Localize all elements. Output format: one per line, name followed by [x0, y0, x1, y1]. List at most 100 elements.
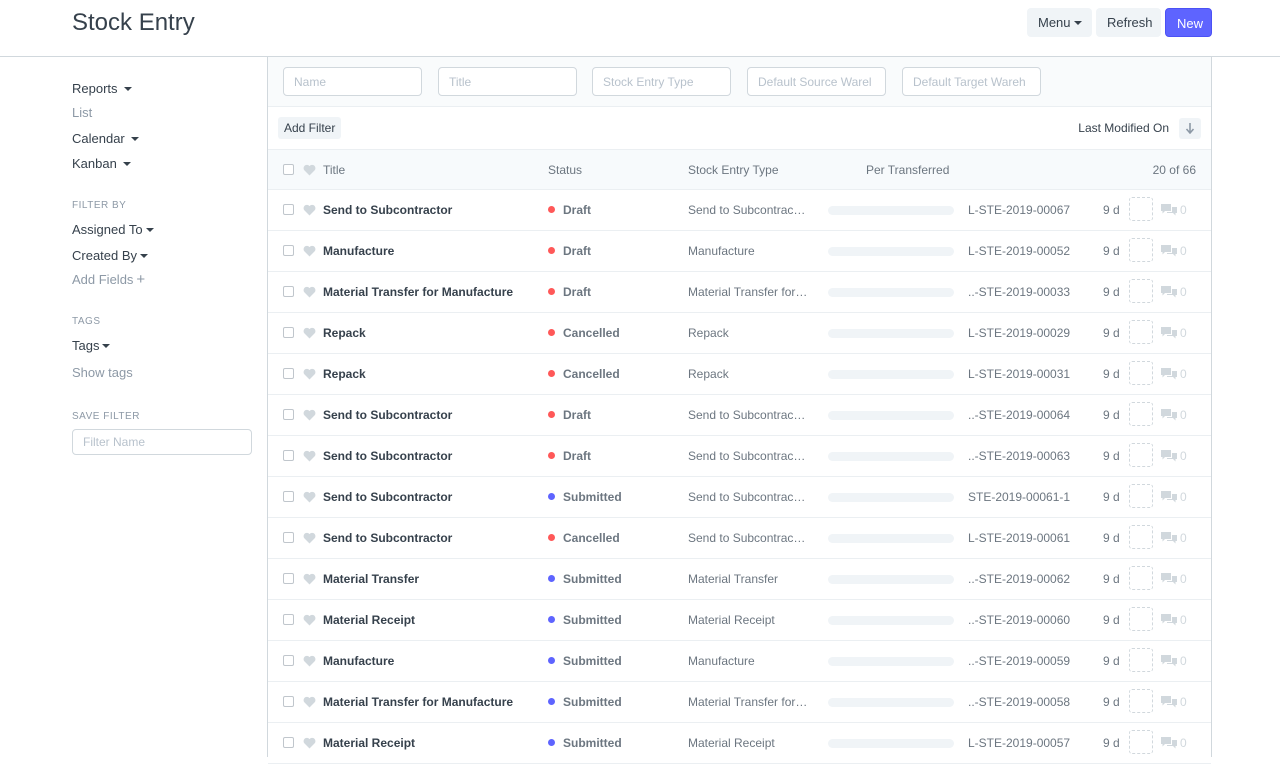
comment-count[interactable]: 0 [1161, 285, 1187, 299]
created-by-filter[interactable]: Created By [72, 248, 149, 263]
heart-icon[interactable] [303, 450, 316, 462]
new-button[interactable]: New [1165, 8, 1212, 37]
comment-count[interactable]: 0 [1161, 531, 1187, 545]
comment-count[interactable]: 0 [1161, 449, 1187, 463]
sidebar-item-calendar[interactable]: Calendar [72, 131, 139, 146]
sort-by-selector[interactable]: Last Modified On [1078, 121, 1169, 135]
row-title[interactable]: Repack [323, 367, 366, 381]
select-all-checkbox[interactable] [283, 164, 294, 175]
row-checkbox[interactable] [283, 573, 294, 584]
table-row[interactable]: Repack Cancelled Repack L-STE-2019-00031 9 d… [268, 354, 1211, 395]
target-warehouse-filter-input[interactable] [902, 67, 1041, 96]
assign-avatar[interactable] [1129, 320, 1153, 344]
row-title[interactable]: Material Receipt [323, 736, 415, 750]
heart-icon[interactable] [303, 286, 316, 298]
table-row[interactable]: Repack Cancelled Repack L-STE-2019-00029 9 d… [268, 313, 1211, 354]
row-title[interactable]: Manufacture [323, 244, 394, 258]
title-filter-input[interactable] [438, 67, 577, 96]
heart-icon[interactable] [303, 204, 316, 216]
heart-icon[interactable] [303, 245, 316, 257]
comment-count[interactable]: 0 [1161, 736, 1187, 750]
row-checkbox[interactable] [283, 491, 294, 502]
table-row[interactable]: Material Receipt Submitted Material Receip… [268, 600, 1211, 641]
stock-entry-type-filter-input[interactable] [592, 67, 731, 96]
row-title[interactable]: Send to Subcontractor [323, 408, 452, 422]
assign-avatar[interactable] [1129, 238, 1153, 262]
row-title[interactable]: Material Transfer for Manufacture [323, 695, 513, 709]
row-checkbox[interactable] [283, 327, 294, 338]
assign-avatar[interactable] [1129, 197, 1153, 221]
table-row[interactable]: Send to Subcontractor Draft Send to Subcon… [268, 190, 1211, 231]
row-checkbox[interactable] [283, 532, 294, 543]
heart-icon[interactable] [303, 655, 316, 667]
heart-icon[interactable] [303, 696, 316, 708]
row-title[interactable]: Send to Subcontractor [323, 490, 452, 504]
table-row[interactable]: Send to Subcontractor Submitted Send to Su… [268, 477, 1211, 518]
heart-icon[interactable] [303, 573, 316, 585]
table-row[interactable]: Material Transfer for Manufacture Draft Ma… [268, 272, 1211, 313]
assign-avatar[interactable] [1129, 730, 1153, 754]
row-title[interactable]: Material Transfer [323, 572, 419, 586]
assign-avatar[interactable] [1129, 484, 1153, 508]
heart-icon[interactable] [303, 491, 316, 503]
row-checkbox[interactable] [283, 696, 294, 707]
row-title[interactable]: Material Receipt [323, 613, 415, 627]
table-row[interactable]: Material Transfer for Manufacture Submitt… [268, 682, 1211, 723]
comment-count[interactable]: 0 [1161, 695, 1187, 709]
show-tags-link[interactable]: Show tags [72, 365, 133, 380]
assign-avatar[interactable] [1129, 525, 1153, 549]
row-title[interactable]: Send to Subcontractor [323, 203, 452, 217]
assign-avatar[interactable] [1129, 689, 1153, 713]
filter-name-input[interactable] [72, 429, 252, 455]
table-row[interactable]: Send to Subcontractor Draft Send to Subcon… [268, 436, 1211, 477]
sidebar-item-kanban[interactable]: Kanban [72, 156, 131, 171]
sort-order-button[interactable] [1179, 118, 1201, 139]
heart-icon[interactable] [303, 409, 316, 421]
assign-avatar[interactable] [1129, 361, 1153, 385]
row-title[interactable]: Material Transfer for Manufacture [323, 285, 513, 299]
assigned-to-filter[interactable]: Assigned To [72, 222, 154, 237]
assign-avatar[interactable] [1129, 443, 1153, 467]
table-row[interactable]: Manufacture Submitted Manufacture ..-STE-20… [268, 641, 1211, 682]
sidebar-item-reports[interactable]: Reports [72, 81, 132, 96]
row-checkbox[interactable] [283, 450, 294, 461]
row-checkbox[interactable] [283, 368, 294, 379]
heart-icon[interactable] [303, 614, 316, 626]
assign-avatar[interactable] [1129, 402, 1153, 426]
row-title[interactable]: Manufacture [323, 654, 394, 668]
table-row[interactable]: Send to Subcontractor Cancelled Send to Su… [268, 518, 1211, 559]
row-checkbox[interactable] [283, 737, 294, 748]
comment-count[interactable]: 0 [1161, 613, 1187, 627]
row-checkbox[interactable] [283, 286, 294, 297]
row-title[interactable]: Send to Subcontractor [323, 449, 452, 463]
add-fields-link[interactable]: Add Fields + [72, 271, 145, 288]
comment-count[interactable]: 0 [1161, 367, 1187, 381]
comment-count[interactable]: 0 [1161, 572, 1187, 586]
comment-count[interactable]: 0 [1161, 654, 1187, 668]
row-title[interactable]: Send to Subcontractor [323, 531, 452, 545]
heart-icon[interactable] [303, 164, 316, 176]
comment-count[interactable]: 0 [1161, 203, 1187, 217]
name-filter-input[interactable] [283, 67, 422, 96]
row-checkbox[interactable] [283, 409, 294, 420]
row-checkbox[interactable] [283, 245, 294, 256]
assign-avatar[interactable] [1129, 279, 1153, 303]
source-warehouse-filter-input[interactable] [747, 67, 886, 96]
heart-icon[interactable] [303, 737, 316, 749]
row-checkbox[interactable] [283, 614, 294, 625]
row-title[interactable]: Repack [323, 326, 366, 340]
table-row[interactable]: Send to Subcontractor Draft Send to Subcon… [268, 395, 1211, 436]
heart-icon[interactable] [303, 327, 316, 339]
row-checkbox[interactable] [283, 655, 294, 666]
table-row[interactable]: Material Transfer Submitted Material Trans… [268, 559, 1211, 600]
comment-count[interactable]: 0 [1161, 408, 1187, 422]
assign-avatar[interactable] [1129, 648, 1153, 672]
comment-count[interactable]: 0 [1161, 490, 1187, 504]
comment-count[interactable]: 0 [1161, 326, 1187, 340]
table-row[interactable]: Manufacture Draft Manufacture L-STE-2019-00… [268, 231, 1211, 272]
row-checkbox[interactable] [283, 204, 294, 215]
tags-filter[interactable]: Tags [72, 338, 111, 353]
heart-icon[interactable] [303, 368, 316, 380]
add-filter-button[interactable]: Add Filter [278, 117, 342, 139]
assign-avatar[interactable] [1129, 607, 1153, 631]
